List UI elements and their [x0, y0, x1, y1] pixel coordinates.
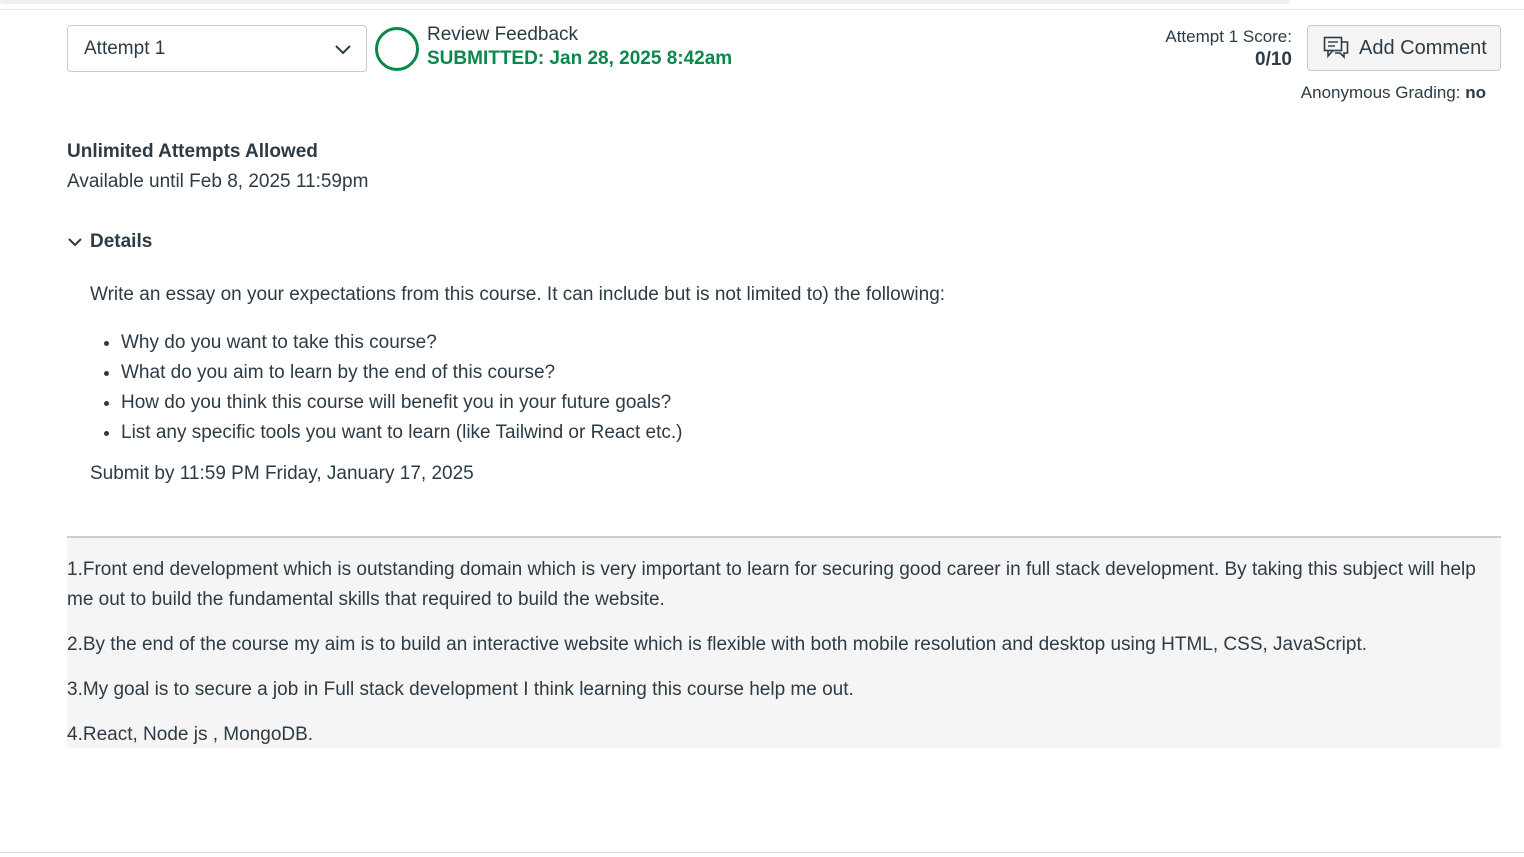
- review-feedback-link[interactable]: Review Feedback: [427, 24, 578, 46]
- submission-paragraph: 3.My goal is to secure a job in Full sta…: [67, 679, 854, 700]
- submit-by: Submit by 11:59 PM Friday, January 17, 2…: [90, 463, 474, 484]
- list-item: What do you aim to learn by the end of t…: [90, 358, 990, 388]
- add-comment-button[interactable]: Add Comment: [1307, 25, 1501, 71]
- question-list: Why do you want to take this course? Wha…: [90, 328, 990, 448]
- horizontal-scrollbar[interactable]: [0, 0, 1290, 4]
- anonymous-grading-value: no: [1465, 83, 1486, 102]
- add-comment-label: Add Comment: [1359, 36, 1487, 59]
- details-toggle[interactable]: Details: [67, 231, 152, 253]
- score-value: 0/10: [1255, 49, 1292, 70]
- chevron-down-icon: [335, 45, 351, 55]
- list-item: List any specific tools you want to lear…: [90, 418, 990, 448]
- details-label: Details: [90, 231, 153, 252]
- attempt-select[interactable]: Attempt 1: [67, 25, 367, 72]
- submission-paragraph: 2.By the end of the course my aim is to …: [67, 634, 1368, 655]
- score-label: Attempt 1 Score:: [1165, 27, 1292, 46]
- attempts-allowed: Unlimited Attempts Allowed: [67, 141, 318, 162]
- attempt-select-value: Attempt 1: [84, 37, 166, 59]
- comment-icon: [1323, 36, 1349, 59]
- list-item: Why do you want to take this course?: [90, 328, 990, 358]
- status-ring-icon: [375, 27, 419, 71]
- submission-paragraph: 1.Front end development which is outstan…: [67, 559, 1476, 610]
- anonymous-grading: Anonymous Grading: no: [1301, 83, 1486, 103]
- list-item: How do you think this course will benefi…: [90, 388, 990, 418]
- submission-paragraph: 4.React, Node js , MongoDB.: [67, 724, 314, 745]
- submission-content: 1.Front end development which is outstan…: [67, 536, 1501, 748]
- anonymous-grading-label: Anonymous Grading:: [1300, 83, 1461, 102]
- assignment-description: Write an essay on your expectations from…: [90, 284, 946, 305]
- available-until: Available until Feb 8, 2025 11:59pm: [67, 171, 369, 192]
- chevron-down-icon: [68, 238, 82, 247]
- bottom-divider: [0, 852, 1524, 853]
- submitted-status: SUBMITTED: Jan 28, 2025 8:42am: [427, 48, 733, 69]
